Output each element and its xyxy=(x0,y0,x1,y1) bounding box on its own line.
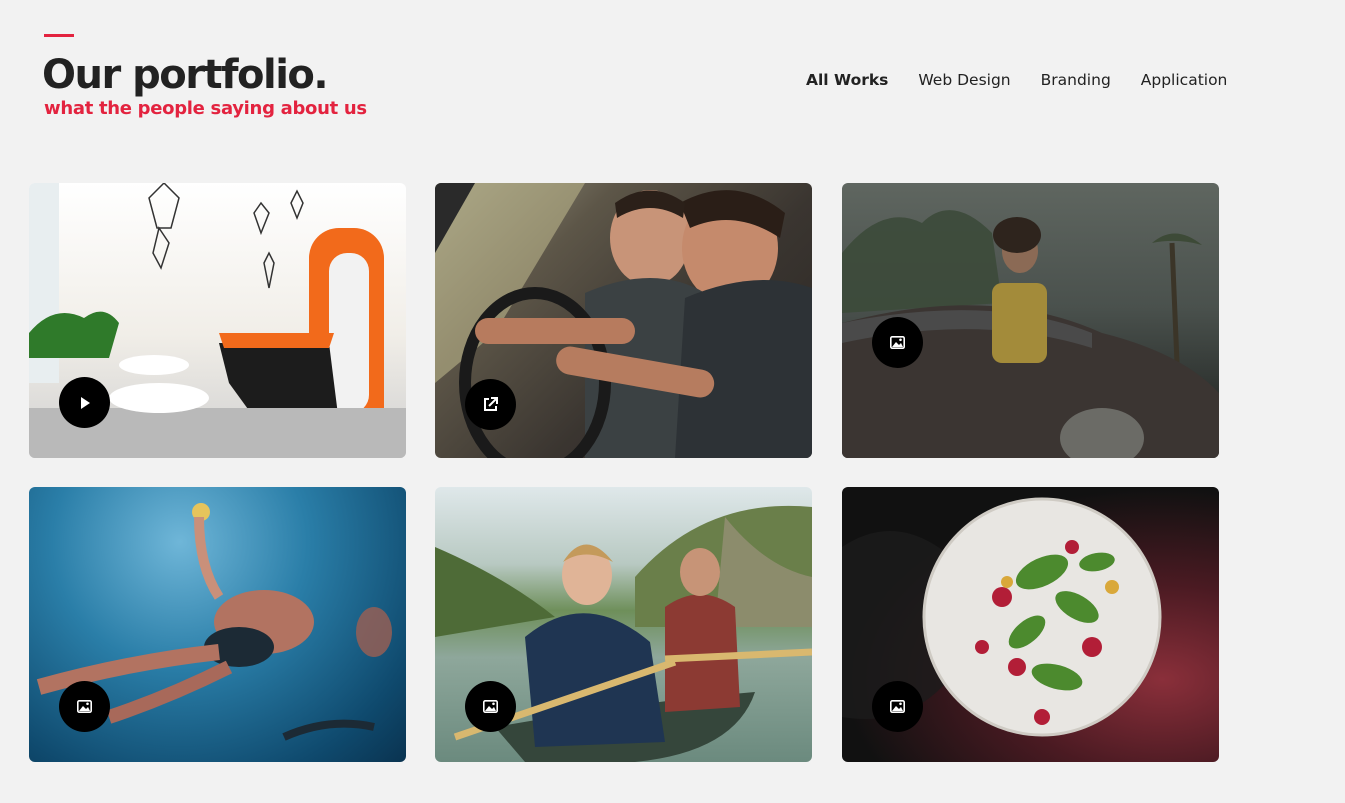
portfolio-item-food[interactable] xyxy=(842,487,1219,762)
image-icon xyxy=(483,700,498,713)
portfolio-item-car[interactable] xyxy=(842,183,1219,458)
image-icon xyxy=(77,700,92,713)
portfolio-filters: All Works Web Design Branding Applicatio… xyxy=(806,71,1227,89)
title-accent-line xyxy=(44,34,74,37)
portfolio-badge[interactable] xyxy=(59,681,110,732)
portfolio-badge[interactable] xyxy=(465,379,516,430)
filter-all-works[interactable]: All Works xyxy=(806,71,888,89)
external-link-icon xyxy=(484,397,498,411)
filter-branding[interactable]: Branding xyxy=(1041,71,1111,89)
portfolio-item-office[interactable] xyxy=(29,183,406,458)
portfolio-badge[interactable] xyxy=(872,681,923,732)
portfolio-badge[interactable] xyxy=(465,681,516,732)
filter-application[interactable]: Application xyxy=(1141,71,1228,89)
portfolio-item-swim[interactable] xyxy=(29,487,406,762)
image-icon xyxy=(890,700,905,713)
play-icon xyxy=(80,396,90,409)
filter-web-design[interactable]: Web Design xyxy=(918,71,1010,89)
page-subtitle: what the people saying about us xyxy=(44,98,367,119)
portfolio-badge[interactable] xyxy=(59,377,110,428)
portfolio-item-drive[interactable] xyxy=(435,183,812,458)
page-title: Our portfolio. xyxy=(42,52,329,98)
portfolio-item-lake[interactable] xyxy=(435,487,812,762)
image-icon xyxy=(890,336,905,349)
portfolio-badge[interactable] xyxy=(872,317,923,368)
